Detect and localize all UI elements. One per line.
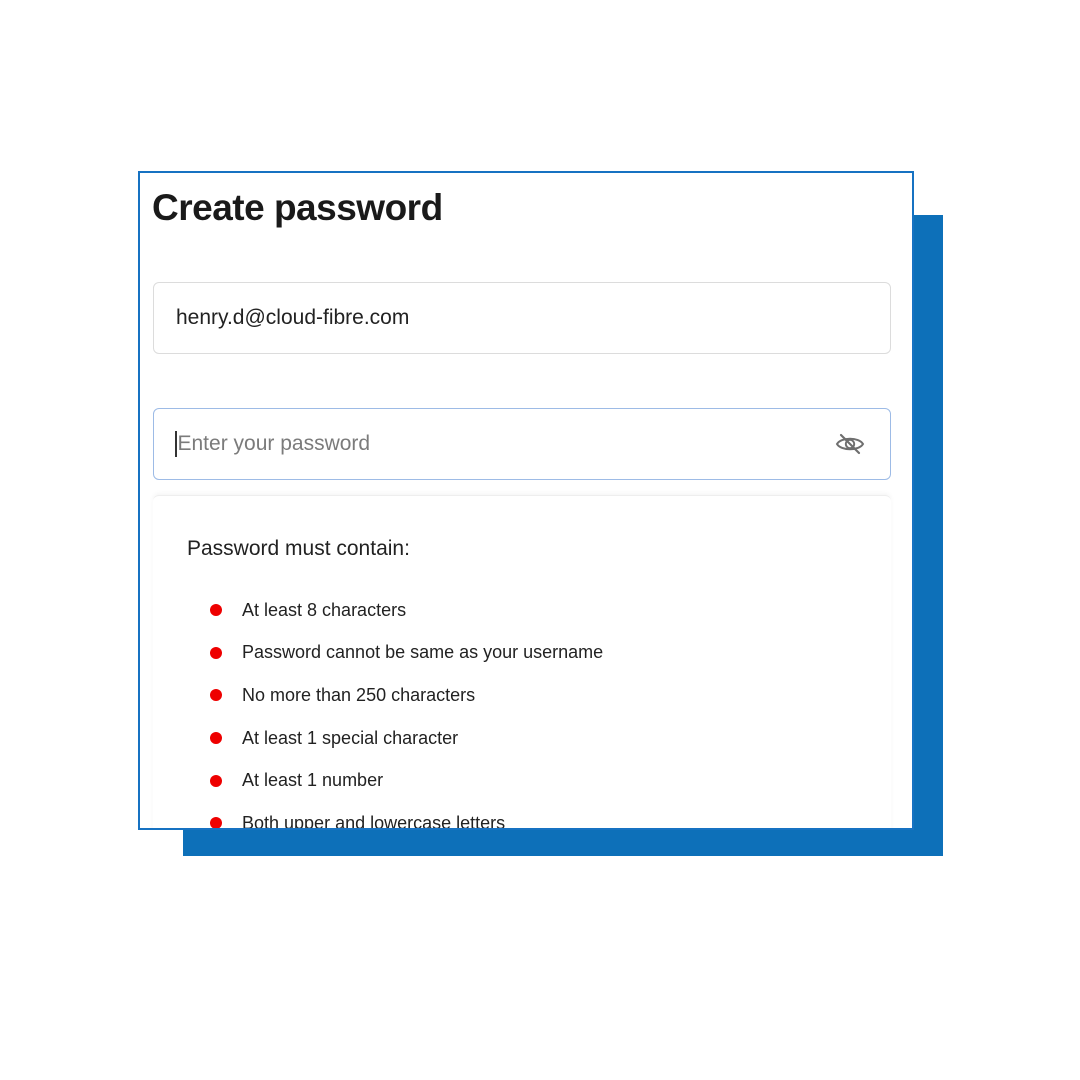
requirement-item: At least 1 number [210, 759, 603, 802]
status-dot-icon [210, 604, 222, 617]
requirement-label: Both upper and lowercase letters [242, 812, 506, 830]
status-dot-icon [210, 646, 222, 659]
requirement-label: No more than 250 characters [242, 684, 476, 705]
requirements-list: At least 8 characters Password cannot be… [210, 589, 603, 830]
requirement-item: Password cannot be same as your username [210, 632, 603, 675]
page-title: Create password [152, 187, 443, 228]
email-field[interactable]: henry.d@cloud-fibre.com [153, 282, 891, 354]
requirement-item: Both upper and lowercase letters [210, 802, 603, 830]
requirement-label: At least 1 special character [242, 727, 459, 748]
page-stage: Create password henry.d@cloud-fibre.com … [0, 0, 1080, 1080]
password-input[interactable] [176, 424, 832, 464]
requirement-item: At least 8 characters [210, 589, 603, 632]
status-dot-icon [210, 817, 222, 828]
requirement-label: Password cannot be same as your username [242, 642, 604, 663]
status-dot-icon [210, 689, 222, 702]
requirement-item: No more than 250 characters [210, 674, 603, 717]
create-password-card: Create password henry.d@cloud-fibre.com … [138, 171, 914, 830]
requirements-heading: Password must contain: [187, 537, 410, 560]
requirement-item: At least 1 special character [210, 717, 603, 760]
requirement-label: At least 8 characters [242, 599, 407, 620]
status-dot-icon [210, 732, 222, 745]
email-value: henry.d@cloud-fibre.com [176, 306, 410, 329]
requirement-label: At least 1 number [242, 770, 384, 791]
password-requirements-panel: Password must contain: At least 8 charac… [153, 495, 891, 830]
password-field[interactable] [153, 408, 891, 480]
eye-slash-icon[interactable] [832, 426, 868, 462]
status-dot-icon [210, 774, 222, 787]
